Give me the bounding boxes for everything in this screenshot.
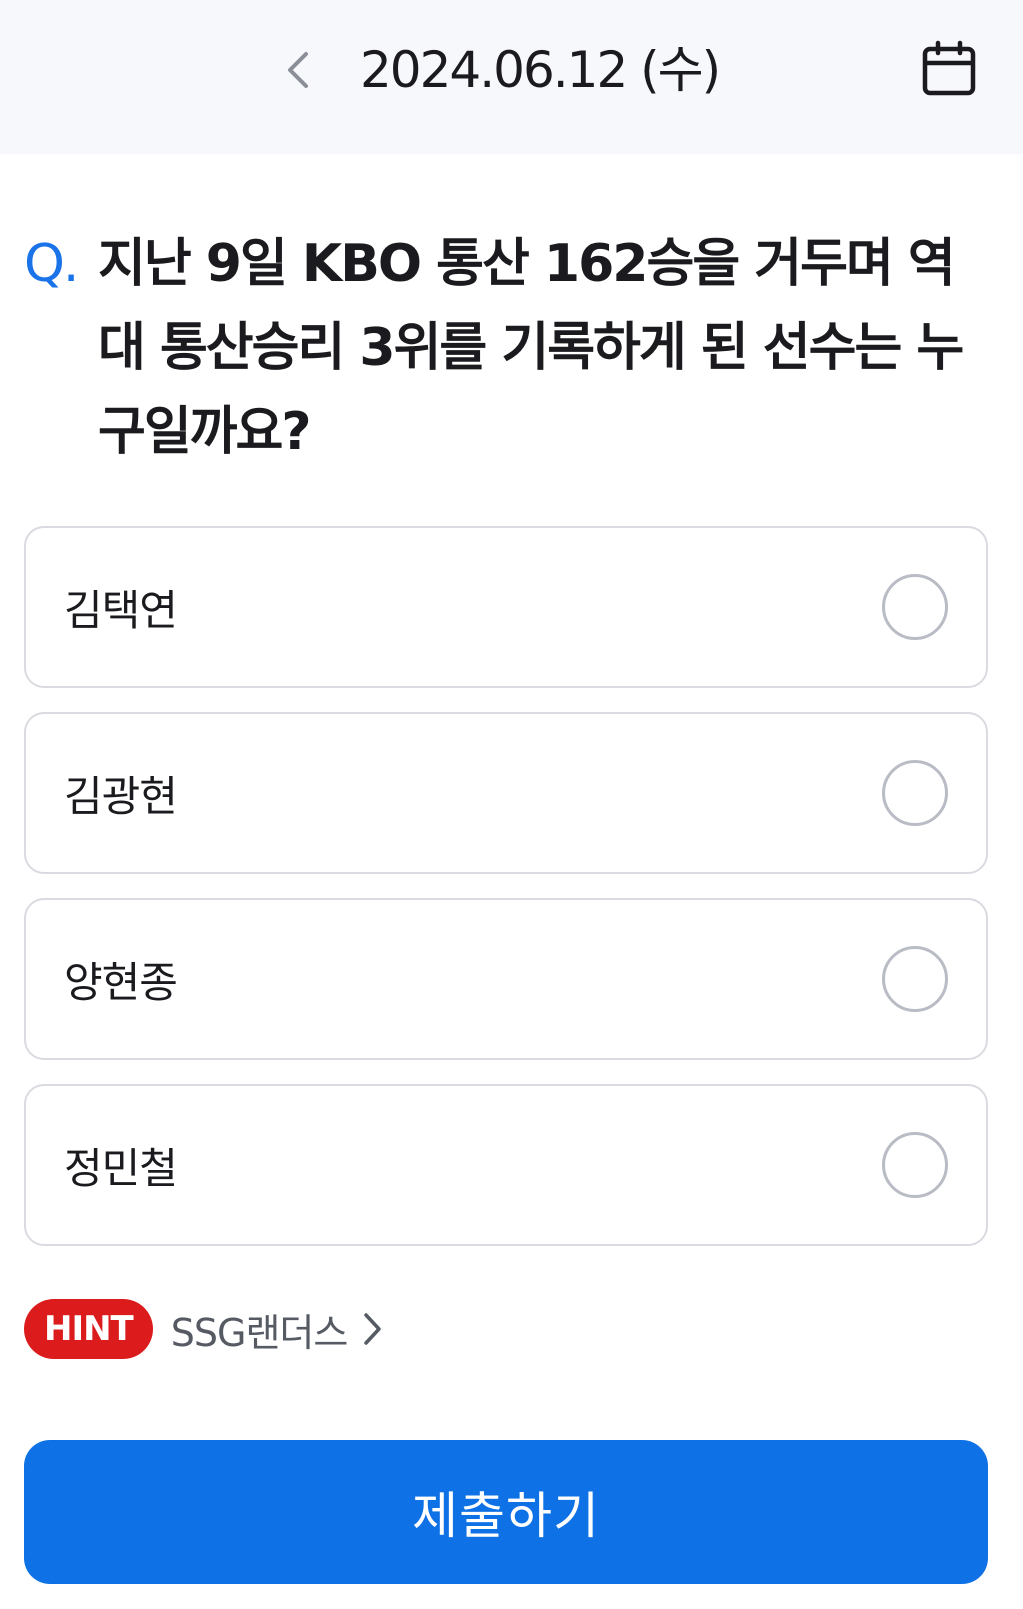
answer-option-label: 양현종: [64, 957, 178, 1007]
question-prefix: Q.: [24, 234, 79, 294]
chevron-left-icon: [288, 52, 308, 88]
radio-button[interactable]: [882, 760, 948, 826]
hint-text: SSG랜더스: [170, 1310, 349, 1355]
question-text: 지난 9일 KBO 통산 162승을 거두며 역대 통산승리 3위를 기록하게 …: [98, 234, 964, 462]
calendar-button[interactable]: [918, 36, 980, 102]
question: Q. 지난 9일 KBO 통산 162승을 거두며 역대 통산승리 3위를 기록…: [24, 222, 984, 474]
hint-badge: HINT: [24, 1299, 153, 1359]
answer-option[interactable]: 정민철: [24, 1084, 988, 1246]
answer-options: 김택연 김광현 양현종 정민철: [24, 526, 988, 1270]
submit-button-label: 제출하기: [412, 1487, 600, 1545]
calendar-icon: [922, 40, 976, 96]
answer-option[interactable]: 김광현: [24, 712, 988, 874]
submit-button[interactable]: 제출하기: [24, 1440, 988, 1584]
radio-button[interactable]: [882, 574, 948, 640]
top-bar: 2024.06.12 (수): [0, 0, 1023, 154]
answer-option[interactable]: 양현종: [24, 898, 988, 1060]
answer-option-label: 정민철: [64, 1143, 178, 1193]
quiz-date: 2024.06.12 (수): [360, 41, 721, 99]
radio-button[interactable]: [882, 946, 948, 1012]
chevron-right-icon: [361, 1311, 383, 1347]
hint-link[interactable]: HINT SSG랜더스: [24, 1299, 383, 1359]
previous-date-button[interactable]: [272, 44, 322, 96]
answer-option-label: 김광현: [64, 771, 178, 821]
answer-option[interactable]: 김택연: [24, 526, 988, 688]
answer-option-label: 김택연: [64, 585, 178, 635]
radio-button[interactable]: [882, 1132, 948, 1198]
